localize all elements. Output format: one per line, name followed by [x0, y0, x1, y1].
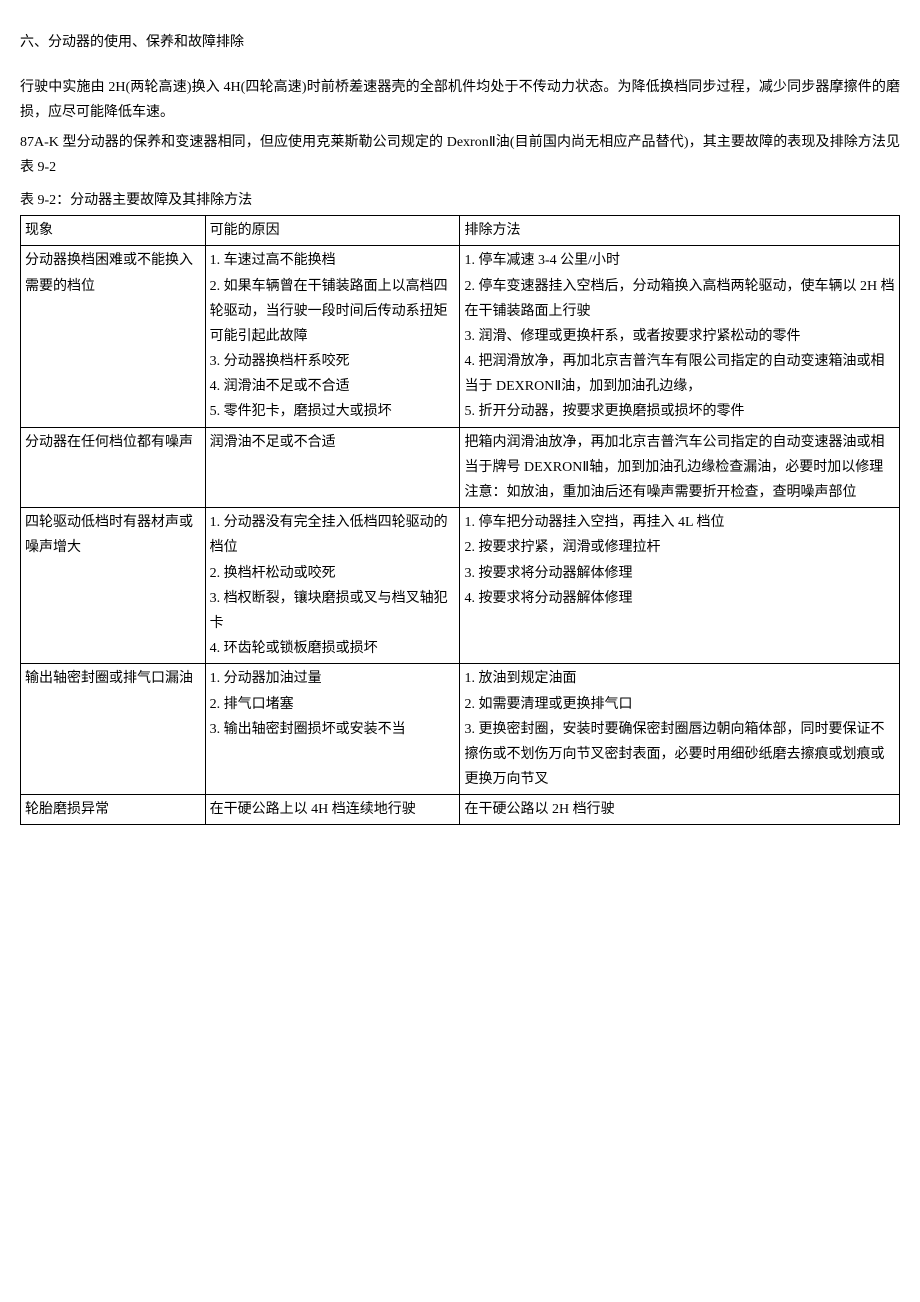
cell-remedy: 1. 停车减速 3-4 公里/小时2. 停车变速器挂入空档后，分动箱换入高档两轮…: [460, 246, 900, 427]
table-row: 轮胎磨损异常 在干硬公路上以 4H 档连续地行驶 在干硬公路以 2H 档行驶: [21, 795, 900, 825]
section-title: 六、分动器的使用、保养和故障排除: [20, 30, 900, 55]
table-row: 输出轴密封圈或排气口漏油 1. 分动器加油过量2. 排气口堵塞3. 输出轴密封圈…: [21, 664, 900, 795]
paragraph-2: 87A-K 型分动器的保养和变速器相同，但应使用克莱斯勒公司规定的 Dexron…: [20, 130, 900, 180]
cell-cause: 1. 车速过高不能换档2. 如果车辆曾在干铺装路面上以高档四轮驱动，当行驶一段时…: [205, 246, 460, 427]
cell-cause: 1. 分动器加油过量2. 排气口堵塞3. 输出轴密封圈损坏或安装不当: [205, 664, 460, 795]
header-cause: 可能的原因: [205, 216, 460, 246]
cell-remedy: 1. 停车把分动器挂入空挡，再挂入 4L 档位2. 按要求拧紧，润滑或修理拉杆3…: [460, 508, 900, 664]
header-remedy: 排除方法: [460, 216, 900, 246]
troubleshoot-table: 现象 可能的原因 排除方法 分动器换档困难或不能换入需要的档位 1. 车速过高不…: [20, 215, 900, 825]
table-row: 四轮驱动低档时有器材声或噪声增大 1. 分动器没有完全挂入低档四轮驱动的档位2.…: [21, 508, 900, 664]
cell-phenomenon: 四轮驱动低档时有器材声或噪声增大: [21, 508, 206, 664]
cell-cause: 1. 分动器没有完全挂入低档四轮驱动的档位2. 换档杆松动或咬死3. 档权断裂，…: [205, 508, 460, 664]
table-header-row: 现象 可能的原因 排除方法: [21, 216, 900, 246]
table-row: 分动器换档困难或不能换入需要的档位 1. 车速过高不能换档2. 如果车辆曾在干铺…: [21, 246, 900, 427]
cell-cause: 在干硬公路上以 4H 档连续地行驶: [205, 795, 460, 825]
paragraph-1: 行驶中实施由 2H(两轮高速)换入 4H(四轮高速)时前桥差速器壳的全部机件均处…: [20, 75, 900, 125]
cell-phenomenon: 输出轴密封圈或排气口漏油: [21, 664, 206, 795]
cell-remedy: 把箱内润滑油放净，再加北京吉普汽车公司指定的自动变速器油或相当于牌号 DEXRO…: [460, 427, 900, 508]
cell-phenomenon: 轮胎磨损异常: [21, 795, 206, 825]
cell-remedy: 1. 放油到规定油面2. 如需要清理或更换排气口3. 更换密封圈，安装时要确保密…: [460, 664, 900, 795]
header-phenomenon: 现象: [21, 216, 206, 246]
cell-phenomenon: 分动器换档困难或不能换入需要的档位: [21, 246, 206, 427]
cell-cause: 润滑油不足或不合适: [205, 427, 460, 508]
table-row: 分动器在任何档位都有噪声 润滑油不足或不合适 把箱内润滑油放净，再加北京吉普汽车…: [21, 427, 900, 508]
table-caption: 表 9-2：分动器主要故障及其排除方法: [20, 188, 900, 213]
cell-phenomenon: 分动器在任何档位都有噪声: [21, 427, 206, 508]
cell-remedy: 在干硬公路以 2H 档行驶: [460, 795, 900, 825]
